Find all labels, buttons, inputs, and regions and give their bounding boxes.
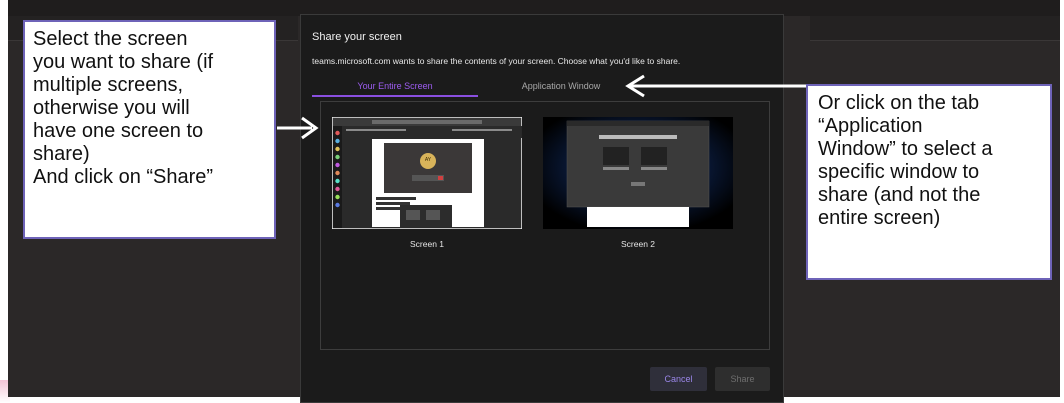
arrow-to-application-window-tab bbox=[625, 74, 806, 98]
callout-application-window: Or click on the tab “Application Window”… bbox=[806, 84, 1052, 280]
arrow-to-screen-1 bbox=[277, 116, 319, 140]
callout-select-screen: Select the screen you want to share (if … bbox=[23, 20, 276, 239]
